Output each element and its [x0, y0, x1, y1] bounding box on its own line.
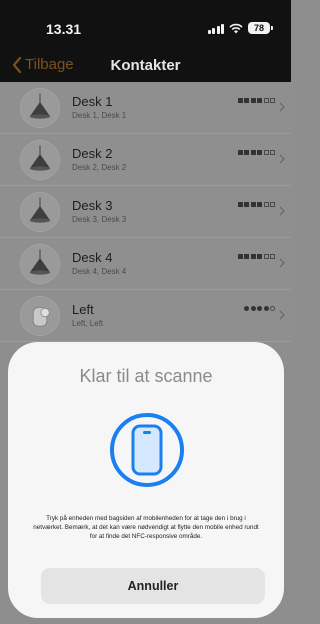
chevron-right-icon [279, 102, 285, 112]
strength-pip [270, 202, 275, 207]
strength-pip [244, 254, 249, 259]
battery-tip [271, 26, 273, 30]
pendant-lamp-icon [20, 88, 60, 128]
status-bar: 13.31 78 [0, 0, 291, 52]
pendant-lamp-icon [20, 244, 60, 284]
strength-pip [250, 98, 256, 103]
strength-pip [244, 306, 249, 311]
contact-row[interactable]: Desk 3 Desk 3, Desk 3 [0, 186, 291, 238]
contact-row[interactable]: Left Left, Left [0, 290, 291, 342]
phone-icon [110, 413, 184, 487]
contact-subtitle: Left, Left [72, 319, 104, 328]
contact-name: Left [72, 302, 94, 317]
strength-pip [270, 150, 275, 155]
contact-name: Desk 1 [72, 94, 113, 109]
contact-name: Desk 4 [72, 250, 113, 265]
chevron-right-icon [279, 310, 285, 320]
pendant-lamp-icon [20, 192, 60, 232]
strength-pip [263, 98, 269, 103]
strength-pip [270, 306, 275, 311]
sheet-title: Klar til at scanne [79, 366, 213, 386]
strength-pip [237, 254, 243, 259]
chevron-right-icon [279, 206, 285, 216]
strength-pip [244, 98, 249, 103]
nav-bar: Tilbage Kontakter [0, 52, 291, 82]
strength-pip [257, 98, 262, 103]
status-time: 13.31 [46, 21, 82, 37]
nfc-instructions: Tryk på enheden med bagsiden af mobilenh… [33, 515, 259, 540]
contact-row[interactable]: Desk 1 Desk 1, Desk 1 [0, 82, 291, 134]
strength-pip [237, 202, 243, 207]
status-icons: 78 [207, 22, 273, 34]
wifi-icon [229, 23, 243, 33]
contacts-list: Desk 1 Desk 1, Desk 1 Desk 2 Desk 2, Desk 2… [0, 82, 291, 342]
contact-subtitle: Desk 3, Desk 3 [72, 215, 127, 224]
contact-subtitle: Desk 4, Desk 4 [72, 267, 127, 276]
strength-pip [257, 202, 262, 207]
strength-pip [257, 150, 262, 155]
chevron-right-icon [279, 258, 285, 268]
contact-subtitle: Desk 1, Desk 1 [72, 111, 127, 120]
strength-pip [244, 150, 249, 155]
signal-strength-indicator [237, 98, 275, 103]
signal-strength-indicator [244, 306, 275, 311]
strength-pip [250, 202, 256, 207]
signal-strength-indicator [237, 150, 275, 155]
contact-row[interactable]: Desk 4 Desk 4, Desk 4 [0, 238, 291, 290]
strength-pip [257, 306, 262, 311]
chevron-right-icon [279, 154, 285, 164]
contact-subtitle: Desk 2, Desk 2 [72, 163, 127, 172]
cancel-button[interactable]: Annuller [41, 568, 265, 604]
nfc-scan-sheet: Klar til at scanne Tryk på enheden med b… [8, 342, 284, 618]
strength-pip [237, 150, 243, 155]
strength-pip [270, 98, 275, 103]
strength-pip [250, 254, 256, 259]
strength-pip [237, 98, 243, 103]
strength-pip [263, 150, 269, 155]
cellular-signal-icon [207, 23, 224, 34]
signal-strength-indicator [237, 202, 275, 207]
page-title: Kontakter [110, 57, 181, 74]
pendant-lamp-icon [20, 140, 60, 180]
strength-pip [244, 202, 249, 207]
signal-strength-indicator [237, 254, 275, 259]
strength-pip [250, 150, 256, 155]
contact-row[interactable]: Desk 2 Desk 2, Desk 2 [0, 134, 291, 186]
strength-pip [270, 254, 275, 259]
strength-pip [257, 254, 262, 259]
strength-pip [263, 306, 269, 311]
contact-name: Desk 2 [72, 146, 113, 161]
strength-pip [263, 254, 269, 259]
battery-icon: 78 [248, 22, 270, 34]
strength-pip [250, 306, 256, 311]
contact-name: Desk 3 [72, 198, 113, 213]
strength-pip [263, 202, 269, 207]
wall-light-icon [20, 296, 60, 336]
